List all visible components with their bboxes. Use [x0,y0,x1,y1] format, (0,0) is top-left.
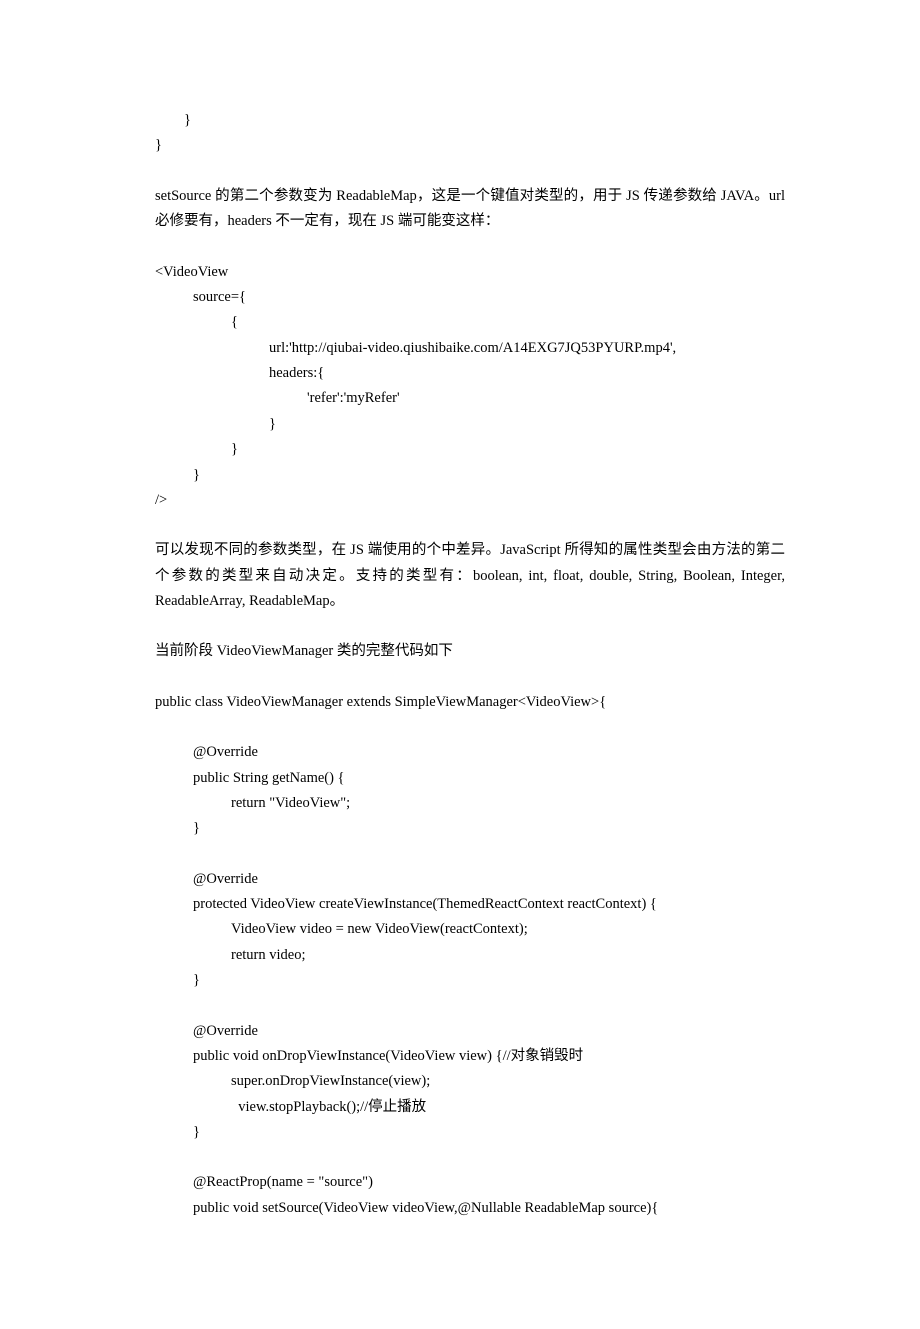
code-line: @Override [155,867,785,892]
code-line: } [155,437,785,462]
code-line: } [155,968,785,993]
code-line: view.stopPlayback();//停止播放 [155,1095,785,1120]
spacer [155,715,785,740]
spacer [155,1145,785,1170]
code-line: } [155,412,785,437]
document-page: } } setSource 的第二个参数变为 ReadableMap，这是一个键… [0,0,920,1329]
code-line: VideoView video = new VideoView(reactCon… [155,917,785,942]
code-line: source={ [155,285,785,310]
code-line: public void onDropViewInstance(VideoView… [155,1044,785,1069]
code-line: @Override [155,740,785,765]
paragraph: 可以发现不同的参数类型，在 JS 端使用的个中差异。JavaScript 所得知… [155,538,785,614]
code-line: url:'http://qiubai-video.qiushibaike.com… [155,336,785,361]
code-line: } [155,463,785,488]
code-line: return "VideoView"; [155,791,785,816]
code-line: } [155,133,785,158]
spacer [155,513,785,538]
spacer [155,994,785,1019]
code-line: @Override [155,1019,785,1044]
code-line: headers:{ [155,361,785,386]
code-line: { [155,310,785,335]
code-line: protected VideoView createViewInstance(T… [155,892,785,917]
code-line: } [155,816,785,841]
spacer [155,842,785,867]
paragraph: setSource 的第二个参数变为 ReadableMap，这是一个键值对类型… [155,184,785,235]
code-line: 'refer':'myRefer' [155,386,785,411]
spacer [155,235,785,260]
code-line: <VideoView [155,260,785,285]
code-line: @ReactProp(name = "source") [155,1170,785,1195]
code-line: super.onDropViewInstance(view); [155,1069,785,1094]
paragraph: 当前阶段 VideoViewManager 类的完整代码如下 [155,639,785,664]
spacer [155,159,785,184]
code-line: } [155,108,785,133]
spacer [155,665,785,690]
code-line: public void setSource(VideoView videoVie… [155,1196,785,1221]
code-line: public class VideoViewManager extends Si… [155,690,785,715]
code-line: } [155,1120,785,1145]
spacer [155,614,785,639]
code-line: /> [155,488,785,513]
code-line: public String getName() { [155,766,785,791]
code-line: return video; [155,943,785,968]
